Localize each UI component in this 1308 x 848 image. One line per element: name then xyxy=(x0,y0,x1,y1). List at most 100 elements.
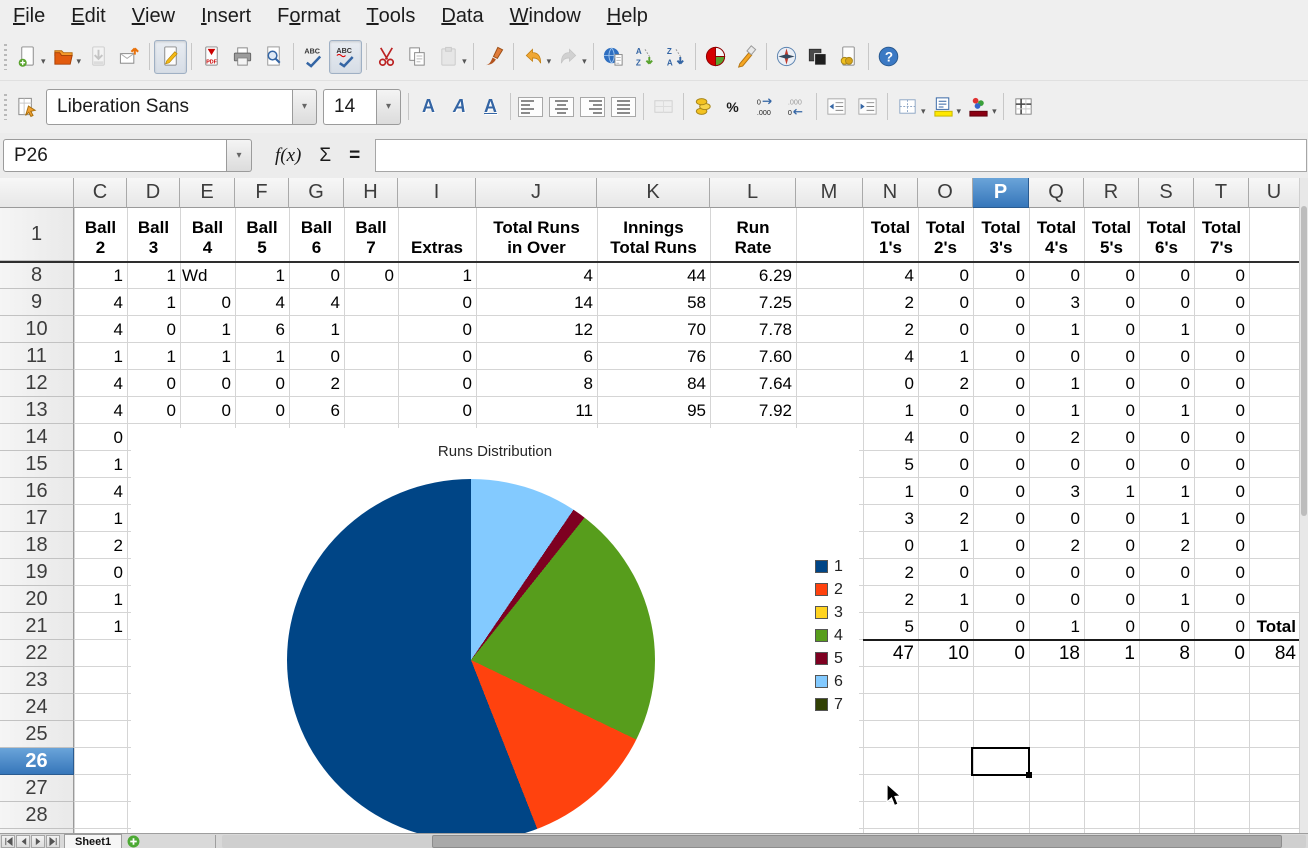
export-pdf-button[interactable]: PDF xyxy=(196,41,227,73)
header-cell-E1[interactable]: Ball 4 xyxy=(180,208,235,261)
cell-T22[interactable]: 0 xyxy=(1194,640,1249,667)
row-header-24[interactable]: 24 xyxy=(0,694,74,721)
header-cell-S1[interactable]: Total 6's xyxy=(1139,208,1194,261)
cell-F11[interactable]: 1 xyxy=(235,343,289,370)
cell-R14[interactable]: 0 xyxy=(1084,424,1139,451)
cell-N8[interactable]: 4 xyxy=(863,262,918,289)
cell-N17[interactable]: 3 xyxy=(863,505,918,532)
cell-C20[interactable]: 1 xyxy=(74,586,127,613)
cell-P8[interactable]: 0 xyxy=(973,262,1029,289)
cell-R18[interactable]: 0 xyxy=(1084,532,1139,559)
sheet-nav-prev-button[interactable] xyxy=(16,835,30,848)
cell-T20[interactable]: 0 xyxy=(1194,586,1249,613)
cell-R10[interactable]: 0 xyxy=(1084,316,1139,343)
cell-J11[interactable]: 6 xyxy=(476,343,597,370)
cell-S21[interactable]: 0 xyxy=(1139,613,1194,640)
cell-J13[interactable]: 11 xyxy=(476,397,597,424)
cell-K12[interactable]: 84 xyxy=(597,370,710,397)
cell-R9[interactable]: 0 xyxy=(1084,289,1139,316)
row-header-8[interactable]: 8 xyxy=(0,262,74,289)
delete-decimal-button[interactable]: .0000 xyxy=(781,91,812,123)
auto-spellcheck-button[interactable]: ABC xyxy=(329,40,362,74)
menu-file[interactable]: File xyxy=(0,0,58,33)
cell-L13[interactable]: 7.92 xyxy=(710,397,796,424)
column-header-I[interactable]: I xyxy=(398,178,476,208)
cell-P11[interactable]: 0 xyxy=(973,343,1029,370)
name-box[interactable]: P26 ▾ xyxy=(3,139,252,172)
align-left-button[interactable] xyxy=(515,91,546,123)
clone-formatting-button[interactable] xyxy=(478,41,509,73)
header-cell-J1[interactable]: Total Runs in Over xyxy=(476,208,597,261)
cell-T18[interactable]: 0 xyxy=(1194,532,1249,559)
cell-O17[interactable]: 2 xyxy=(918,505,973,532)
show-draw-functions-button[interactable] xyxy=(731,41,762,73)
header-cell-P1[interactable]: Total 3's xyxy=(973,208,1029,261)
cell-C15[interactable]: 1 xyxy=(74,451,127,478)
row-header-19[interactable]: 19 xyxy=(0,559,74,586)
header-cell-F1[interactable]: Ball 5 xyxy=(235,208,289,261)
cell-Q21[interactable]: 1 xyxy=(1029,613,1084,640)
column-header-R[interactable]: R xyxy=(1084,178,1139,208)
header-cell-I1[interactable]: Extras xyxy=(398,208,476,261)
cell-S12[interactable]: 0 xyxy=(1139,370,1194,397)
cell-reference-value[interactable]: P26 xyxy=(3,139,227,172)
function-wizard-button[interactable]: f(x) xyxy=(266,139,310,172)
cell-R11[interactable]: 0 xyxy=(1084,343,1139,370)
cell-P10[interactable]: 0 xyxy=(973,316,1029,343)
row-header-28[interactable]: 28 xyxy=(0,802,74,829)
cell-Q19[interactable]: 0 xyxy=(1029,559,1084,586)
cell-O9[interactable]: 0 xyxy=(918,289,973,316)
column-header-U[interactable]: U xyxy=(1249,178,1300,208)
cell-C21[interactable]: 1 xyxy=(74,613,127,640)
font-size-value[interactable]: 14 xyxy=(323,89,376,125)
cell-Q15[interactable]: 0 xyxy=(1029,451,1084,478)
row-header-17[interactable]: 17 xyxy=(0,505,74,532)
cell-O12[interactable]: 2 xyxy=(918,370,973,397)
cell-R12[interactable]: 0 xyxy=(1084,370,1139,397)
cell-P15[interactable]: 0 xyxy=(973,451,1029,478)
help-button[interactable]: ? xyxy=(873,41,904,73)
header-cell-C1[interactable]: Ball 2 xyxy=(74,208,127,261)
cell-D11[interactable]: 1 xyxy=(127,343,180,370)
font-name-value[interactable]: Liberation Sans xyxy=(46,89,292,125)
row-header-13[interactable]: 13 xyxy=(0,397,74,424)
cell-F10[interactable]: 6 xyxy=(235,316,289,343)
cell-L8[interactable]: 6.29 xyxy=(710,262,796,289)
cell-N10[interactable]: 2 xyxy=(863,316,918,343)
cell-N20[interactable]: 2 xyxy=(863,586,918,613)
horizontal-scrollbar[interactable] xyxy=(222,835,1306,848)
header-cell-Q1[interactable]: Total 4's xyxy=(1029,208,1084,261)
column-header-P[interactable]: P xyxy=(973,178,1029,208)
menu-format[interactable]: Format xyxy=(264,0,353,33)
menu-help[interactable]: Help xyxy=(594,0,661,33)
header-cell-R1[interactable]: Total 5's xyxy=(1084,208,1139,261)
cell-Q11[interactable]: 0 xyxy=(1029,343,1084,370)
cell-T9[interactable]: 0 xyxy=(1194,289,1249,316)
cell-R19[interactable]: 0 xyxy=(1084,559,1139,586)
align-justify-button[interactable] xyxy=(608,91,639,123)
cell-T11[interactable]: 0 xyxy=(1194,343,1249,370)
header-cell-H1[interactable]: Ball 7 xyxy=(344,208,398,261)
cell-S14[interactable]: 0 xyxy=(1139,424,1194,451)
row-header-12[interactable]: 12 xyxy=(0,370,74,397)
cell-J8[interactable]: 4 xyxy=(476,262,597,289)
cell-T15[interactable]: 0 xyxy=(1194,451,1249,478)
row-header-26[interactable]: 26 xyxy=(0,748,74,775)
cell-P17[interactable]: 0 xyxy=(973,505,1029,532)
cell-D8[interactable]: 1 xyxy=(127,262,180,289)
cell-Q9[interactable]: 3 xyxy=(1029,289,1084,316)
cell-T12[interactable]: 0 xyxy=(1194,370,1249,397)
decrease-indent-button[interactable] xyxy=(821,91,852,123)
chart-object[interactable]: Runs Distribution 1234567 xyxy=(131,428,859,833)
undo-button[interactable] xyxy=(518,41,549,73)
cell-O19[interactable]: 0 xyxy=(918,559,973,586)
cell-O18[interactable]: 1 xyxy=(918,532,973,559)
row-header-9[interactable]: 9 xyxy=(0,289,74,316)
sheet-tab-sheet1[interactable]: Sheet1 xyxy=(64,834,122,848)
cell-C14[interactable]: 0 xyxy=(74,424,127,451)
column-header-C[interactable]: C xyxy=(74,178,127,208)
header-cell-N1[interactable]: Total 1's xyxy=(863,208,918,261)
open-button[interactable] xyxy=(48,41,79,73)
cell-N16[interactable]: 1 xyxy=(863,478,918,505)
cell-Q16[interactable]: 3 xyxy=(1029,478,1084,505)
